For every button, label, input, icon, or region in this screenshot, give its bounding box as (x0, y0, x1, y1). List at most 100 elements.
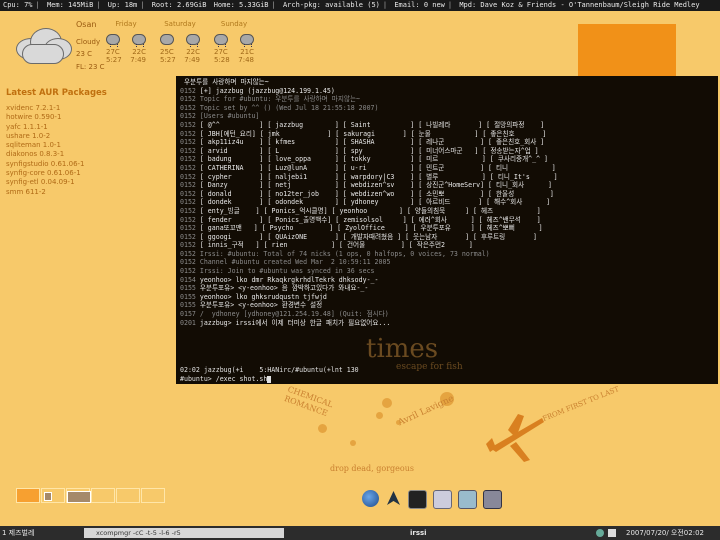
irssi-message-line: 0152 [ fender ] [ Ponics_출명백수] [ zemisol… (180, 216, 714, 225)
aur-package-item: synfigstudio 0.61.06-1 (6, 159, 85, 168)
email-status: Email: 0 new (394, 1, 445, 9)
message-text: Topic set by ^^ () (Wed Jul 18 21:55:18 … (195, 103, 379, 112)
workspace-name-button[interactable]: 1 제즈벌레 (2, 526, 34, 540)
irssi-message-line: 0152 [ innis_구적 ] [ rien ] [ 건어물 ] [ 작은주… (180, 241, 714, 250)
rain-cloud-icon (132, 34, 146, 47)
irssi-message-line: 0152 [ gana또꼬맨 ] [ Psycho ] [ ZyolOffice… (180, 224, 714, 233)
message-text: [ enty_빙글 ] [ Ponics_억시클명] [ yeonhoo ] [… (195, 206, 541, 215)
aur-packages-panel: Latest AUR Packages xvidenc 7.2.1-1 hotwi… (6, 88, 166, 197)
irssi-message-line: 0152 Irssi: #ubuntu: Total of 74 nicks (… (180, 250, 714, 259)
text-cursor (267, 375, 272, 383)
wallpaper-text-drop-dead: drop dead, gorgeous (330, 464, 414, 473)
network-tray-icon[interactable] (596, 529, 604, 537)
message-timestamp: 0152 (180, 215, 196, 224)
message-timestamp: 0152 (180, 155, 196, 164)
cloudy-weather-icon (8, 26, 72, 64)
message-text: [ gana또꼬맨 ] [ Psycho ] [ ZyolOffice ] [ … (195, 224, 543, 233)
irssi-message-line: 0152 [ donald ] [ no12ter_job ] [ webdiz… (180, 190, 714, 199)
irssi-message-line: 0201 jazzbug> irssi에서 이제 터미상 한글 패치가 필요없어… (180, 319, 714, 328)
irssi-status-line: 02:02 jazzbug(+i 5:HANirc/#ubuntu(+lnt 1… (180, 366, 359, 374)
message-text: [ arvid ] [ L ] [ spy ] [ 미너어스마군 ] [ 정송받… (195, 146, 539, 155)
message-text: [ @^^ ] [ jazzbug ] [ Saint ] [ 나빌레라 ] [… (195, 120, 545, 129)
message-timestamp: 0152 (180, 129, 196, 138)
message-text: [ badung ] [ love_oppa ] [ tokky ] [ 미르 … (195, 155, 548, 164)
irssi-message-line: 우분투를 사랑하며 마지않는~ (180, 78, 714, 87)
irssi-message-line: 0154 yeonhoo> lko dmr RkaqkrgkrhdlTekrk … (180, 276, 714, 285)
irssi-message-line: 0152 [ enty_빙글 ] [ Ponics_억시클명] [ yeonho… (180, 207, 714, 216)
aur-package-item: synfig-core 0.61.06-1 (6, 169, 81, 178)
message-text: 우분투를 사랑하며 마지않는~ (180, 78, 269, 86)
message-timestamp: 0152 (180, 86, 196, 95)
workspace-pager (16, 488, 165, 503)
irssi-message-line: 0152 [ CATHERINA ] [ Luz@lunA ] [ u-ri ]… (180, 164, 714, 173)
workspace-4[interactable] (91, 488, 115, 503)
calculator-icon[interactable] (483, 490, 502, 509)
irssi-message-line: 0152 [ Danzy ] [ netj ] [ webdizen^sv ] … (180, 181, 714, 190)
message-text: Irssi: Join to #ubuntu was synced in 36 … (195, 267, 375, 276)
message-timestamp: 0157 (180, 310, 196, 319)
irssi-message-line: 0157 / ydhoney [ydhoney@121.254.19.48] (… (180, 310, 714, 319)
message-timestamp: 0152 (180, 181, 196, 190)
message-text: yeonhoo> lko ghksrudqustn tjfwjd (195, 292, 327, 301)
terminal-watermark-times: times (366, 334, 439, 364)
message-timestamp: 0152 (180, 189, 196, 198)
message-text: [ akp11iz4u ] [ kfmes ] [ SHASHA ] [ 레나군… (195, 138, 545, 147)
home-status: Home: 5.33GiB (213, 1, 269, 9)
weather-widget: Osan Cloudy 23 C FL: 23 C Friday 27C 22C … (6, 18, 266, 78)
message-timestamp: 0152 (180, 112, 196, 121)
cpu-status: Cpu: 7% (3, 1, 33, 9)
taskbar-task-xcompmgr[interactable]: xcompmgr -cC -t-5 -l-6 -r5 (84, 528, 284, 538)
wallpaper-text-avril: Avril Lavigne (396, 393, 456, 429)
irssi-message-line: 0155 우분투포유> <y-eonhoo> 환경변수 설정 (180, 301, 714, 310)
workspace-2[interactable] (41, 488, 65, 503)
forecast-saturday: Saturday 25C 22C 5:27 7:49 (160, 20, 200, 64)
aur-package-item: ushare 1.0-2 (6, 131, 51, 140)
taskbar-clock[interactable]: 2007/07/20/ 오전02:02 (626, 526, 704, 540)
irssi-input-line[interactable]: #ubuntu> /exec shot.sh (180, 375, 272, 384)
arch-pkg-status: Arch-pkg: available (5) (282, 1, 380, 9)
rain-cloud-icon (186, 34, 200, 47)
forecast-sunday: Sunday 27C 21C 5:28 7:48 (214, 20, 254, 64)
message-text: [ cypher ] [ naljebi1 ] [ warpdory|C3 ] … (195, 172, 558, 181)
irssi-message-line: 0152 [Users #ubuntu] (180, 112, 714, 121)
mem-status: Mem: 145MiB (46, 1, 94, 9)
aur-package-item: smm 611-2 (6, 187, 46, 196)
irssi-message-buffer: 우분투를 사랑하며 마지않는~ 0152 [+] jazzbug (jazzbug… (180, 78, 714, 327)
volume-tray-icon[interactable] (608, 529, 616, 537)
file-manager-icon[interactable] (433, 490, 452, 509)
irssi-message-line: 0152 [ cypher ] [ naljebi1 ] [ warpdory|… (180, 173, 714, 182)
weather-location: Osan (76, 20, 97, 29)
irssi-message-line: 0152 [ akp11iz4u ] [ kfmes ] [ SHASHA ] … (180, 138, 714, 147)
aur-package-item: hotwire 0.590-1 (6, 113, 62, 122)
message-timestamp: 0152 (180, 241, 196, 250)
message-timestamp: 0152 (180, 232, 196, 241)
weather-condition: Cloudy (76, 38, 101, 46)
message-text: [Users #ubuntu] (195, 112, 260, 121)
uptime-status: Up: 18m (107, 1, 138, 9)
firefox-icon[interactable] (362, 490, 379, 507)
taskbar-task-irssi[interactable]: irssi (410, 526, 427, 540)
aur-package-item: sqliteman 1.0-1 (6, 141, 61, 150)
workspace-3[interactable] (66, 488, 91, 503)
irssi-terminal-window[interactable]: times escape for fish 우분투를 사랑하며 마지않는~ 015… (176, 76, 718, 384)
workspace-1[interactable] (16, 488, 40, 503)
message-timestamp: 0152 (180, 138, 196, 147)
archlinux-icon[interactable] (385, 490, 402, 507)
irssi-message-line: 0152 Topic set by ^^ () (Wed Jul 18 21:5… (180, 104, 714, 113)
wallpaper-orange-block (578, 24, 676, 76)
irssi-message-line: 0155 우분투포유> <y-eonhoo> 음 깜박하고있다가 와내요-_- (180, 284, 714, 293)
message-timestamp: 0152 (180, 249, 196, 258)
message-timestamp: 0155 (180, 292, 196, 301)
mpd-status: Mpd: Dave Koz & Friends - O'Tannenbaum/S… (459, 1, 700, 9)
workspace-5[interactable] (116, 488, 140, 503)
aur-panel-title: Latest AUR Packages (6, 88, 107, 98)
message-text: [ fender ] [ Ponics_출명백수] [ zemisolsol ]… (195, 215, 541, 224)
message-timestamp: 0152 (180, 206, 196, 215)
image-viewer-icon[interactable] (458, 490, 477, 509)
irssi-message-line: 0152 [+] jazzbug (jazzbug@124.199.1.45) (180, 87, 714, 96)
terminal-icon[interactable] (408, 490, 427, 509)
message-text: Channel #ubuntu created Wed Mar 2 10:59:… (195, 258, 391, 267)
workspace-6[interactable] (141, 488, 165, 503)
message-timestamp: 0201 (180, 318, 196, 327)
feels-like-temperature: FL: 23 C (76, 63, 105, 71)
